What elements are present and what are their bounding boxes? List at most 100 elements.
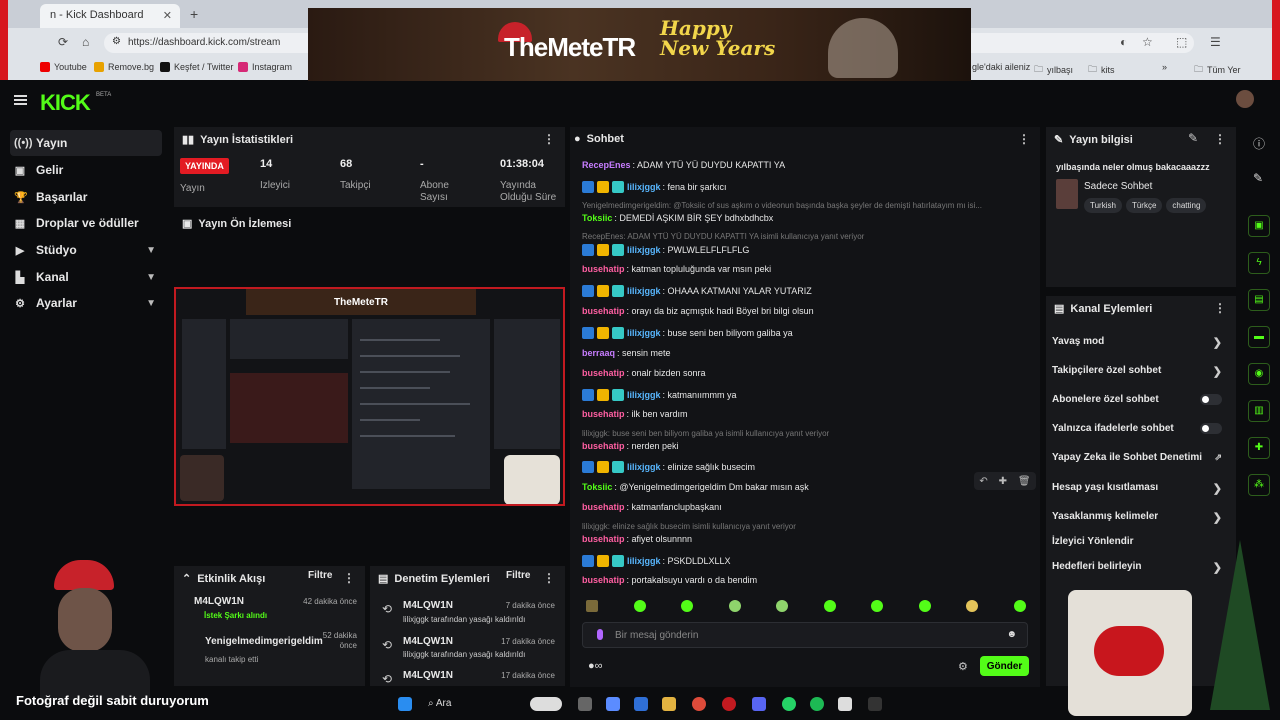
- more-bookmarks-icon[interactable]: »: [1162, 62, 1167, 72]
- filter-button[interactable]: Filtre: [308, 570, 332, 581]
- gear-icon[interactable]: ⚙: [958, 660, 968, 673]
- opera-icon[interactable]: [722, 697, 736, 711]
- avatar[interactable]: [1236, 90, 1254, 108]
- action-raid[interactable]: İzleyici Yönlendir: [1052, 536, 1230, 547]
- chat-message[interactable]: Toksiic: @Yenigelmedimgerigeldim Dm baka…: [582, 482, 809, 492]
- chat-username[interactable]: lilixjggk: [627, 390, 661, 400]
- action-followers-only[interactable]: Takipçilere özel sohbet ❯: [1052, 365, 1230, 378]
- bookmark-family[interactable]: gle'daki aileniz: [972, 62, 1030, 72]
- chat-input[interactable]: Bir mesaj gönderin ☻: [582, 622, 1028, 648]
- star-icon[interactable]: ☆: [1142, 35, 1153, 49]
- spotify-icon[interactable]: [810, 697, 824, 711]
- emote-icon[interactable]: [918, 600, 931, 612]
- chat-username[interactable]: busehatip: [582, 264, 625, 274]
- bookmark-removebg[interactable]: Remove.bg: [94, 62, 154, 72]
- more-options-icon[interactable]: ⋮: [343, 571, 355, 585]
- chat-message[interactable]: lilixjggk: fena bir şarkıcı: [582, 181, 727, 193]
- document-icon[interactable]: ▤: [1248, 289, 1270, 311]
- bookmark-twitter[interactable]: Keşfet / Twitter: [160, 62, 233, 72]
- clip-icon[interactable]: ▣: [1248, 215, 1270, 237]
- task-view-icon[interactable]: [578, 697, 592, 711]
- action-banned-words[interactable]: Yasaklanmış kelimeler ❯: [1052, 511, 1230, 524]
- extensions-icon[interactable]: ⬚: [1176, 35, 1187, 49]
- subscribers-only-toggle[interactable]: [1200, 394, 1222, 405]
- chat-message[interactable]: lilixjggk: elinize sağlık busecim: [582, 461, 755, 473]
- chat-message[interactable]: lilixjggk: katmanıımmm ya: [582, 389, 737, 401]
- calendar-icon[interactable]: [838, 697, 852, 711]
- info-icon[interactable]: ⓘ: [1253, 135, 1265, 152]
- emote-icon[interactable]: [871, 600, 883, 612]
- chat-message[interactable]: berraaq: sensin mete: [582, 348, 671, 358]
- chat-message[interactable]: busehatip: katmanfanclupbaşkanı: [582, 502, 722, 512]
- hide-icon[interactable]: ◐: [1120, 35, 1127, 49]
- chat-message[interactable]: lilixjggk: OHAAA KATMANI YALAR YUTARIZ: [582, 285, 812, 297]
- chat-username[interactable]: busehatip: [582, 534, 625, 544]
- chat-message[interactable]: lilixjggk: PWLWLELFLFLFLG: [582, 244, 749, 256]
- chat-message[interactable]: lilixjggk: buse seni ben biliyom galiba …: [582, 327, 793, 339]
- sidebar-item-studyo[interactable]: ▶ Stüdyo ▼: [10, 237, 162, 263]
- obs-icon[interactable]: [868, 697, 882, 711]
- pin-icon[interactable]: ✚: [999, 476, 1007, 487]
- stream-preview[interactable]: TheMeteTR: [174, 287, 565, 506]
- close-icon[interactable]: ✕: [163, 9, 172, 22]
- chat-message[interactable]: busehatip: onalr bizden sonra: [582, 368, 706, 378]
- menu-icon[interactable]: [14, 95, 27, 105]
- chat-message[interactable]: busehatip: orayı da biz açmıştık hadi Bö…: [582, 306, 814, 316]
- chat-username[interactable]: busehatip: [582, 575, 625, 585]
- chat-message[interactable]: busehatip: katman topluluğunda var msın …: [582, 264, 771, 274]
- chat-username[interactable]: RecepEnes: [582, 160, 631, 170]
- chat-username[interactable]: lilixjggk: [627, 556, 661, 566]
- activity-user[interactable]: M4LQW1N: [194, 596, 244, 607]
- moderation-user[interactable]: M4LQW1N: [403, 636, 453, 647]
- kick-logo[interactable]: KICK: [40, 90, 91, 116]
- chat-username[interactable]: Toksiic: [582, 213, 612, 223]
- chat-username[interactable]: busehatip: [582, 502, 625, 512]
- chat-username[interactable]: busehatip: [582, 409, 625, 419]
- store-icon[interactable]: [634, 697, 648, 711]
- bookmark-instagram[interactable]: Instagram: [238, 62, 292, 72]
- chat-bubble-icon[interactable]: ▬: [1248, 326, 1270, 348]
- emote-icon[interactable]: [681, 600, 693, 612]
- bookmark-yilbasi[interactable]: 🗀 yılbaşı: [1034, 62, 1073, 78]
- sidebar-item-droplar[interactable]: ▦ Droplar ve ödüller: [10, 210, 162, 236]
- chat-username[interactable]: berraaq: [582, 348, 615, 358]
- bookmark-youtube[interactable]: Youtube: [40, 62, 87, 72]
- group-icon[interactable]: ⁂: [1248, 474, 1270, 496]
- database-icon[interactable]: ▥: [1248, 400, 1270, 422]
- emotes-only-toggle[interactable]: [1200, 423, 1222, 434]
- moderation-user[interactable]: M4LQW1N: [403, 670, 453, 681]
- whatsapp-icon[interactable]: [782, 697, 796, 711]
- copilot-icon[interactable]: [606, 697, 620, 711]
- more-options-icon[interactable]: ⋮: [543, 571, 555, 585]
- home-icon[interactable]: ⌂: [82, 35, 89, 49]
- category-name[interactable]: Sadece Sohbet: [1084, 181, 1152, 192]
- emote-icon[interactable]: [728, 600, 741, 612]
- category-thumbnail[interactable]: [1056, 179, 1078, 209]
- chat-message[interactable]: busehatip: ilk ben vardım: [582, 409, 688, 419]
- chat-username[interactable]: busehatip: [582, 441, 625, 451]
- action-goals[interactable]: Hedefleri belirleyin ❯: [1052, 561, 1230, 574]
- action-slow-mode[interactable]: Yavaş mod ❯: [1052, 336, 1230, 349]
- chat-message[interactable]: Toksiic: DEMEDİ AŞKIM BİR ŞEY bdhxbdhcbx: [582, 213, 773, 223]
- bookmark-kits[interactable]: 🗀 kits: [1088, 62, 1115, 78]
- emote-icon[interactable]: [776, 600, 788, 612]
- emote-icon[interactable]: [966, 600, 978, 612]
- collapse-icon[interactable]: ⌃: [182, 572, 191, 585]
- new-tab-icon[interactable]: +: [190, 6, 198, 22]
- action-ai-moderation[interactable]: Yapay Zeka ile Sohbet Denetimi ⇗: [1052, 452, 1230, 463]
- chat-username[interactable]: Toksiic: [582, 482, 612, 492]
- lightning-icon[interactable]: ϟ: [1248, 252, 1270, 274]
- moderation-user[interactable]: M4LQW1N: [403, 600, 453, 611]
- chat-username[interactable]: lilixjggk: [627, 182, 661, 192]
- more-options-icon[interactable]: ⋮: [543, 132, 555, 146]
- chat-message[interactable]: busehatip: afiyet olsunnnn: [582, 534, 692, 544]
- chat-username[interactable]: lilixjggk: [627, 462, 661, 472]
- chat-message[interactable]: lilixjggk: PSKDLDLXLLX: [582, 555, 731, 567]
- delete-icon[interactable]: 🗑: [1018, 476, 1031, 487]
- edit-icon[interactable]: ✎: [1188, 131, 1198, 145]
- site-settings-icon[interactable]: ⚙: [112, 36, 121, 47]
- chat-extras-icon[interactable]: ●∞: [588, 660, 603, 672]
- chrome-icon[interactable]: [692, 697, 706, 711]
- sidebar-icon[interactable]: ☰: [1210, 35, 1221, 49]
- sidebar-item-kanal[interactable]: ▙ Kanal ▼: [10, 264, 162, 290]
